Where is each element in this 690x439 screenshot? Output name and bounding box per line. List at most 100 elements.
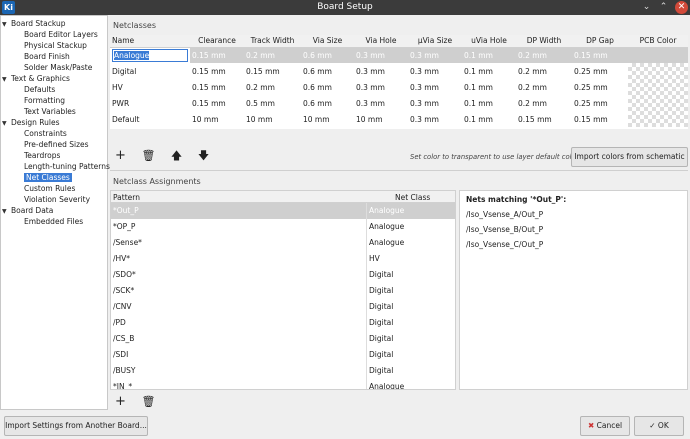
column-header[interactable]: Clearance — [190, 35, 244, 48]
netclass-name-editor[interactable]: Analogue — [110, 47, 190, 63]
grid-cell[interactable]: 0.15 mm — [190, 63, 244, 79]
move-down-arrow-icon[interactable]: 🡇 — [196, 148, 211, 163]
grid-cell[interactable]: 0.15 mm — [190, 79, 244, 95]
grid-cell[interactable]: 10 mm — [354, 111, 408, 127]
pcb-color-swatch[interactable] — [628, 63, 688, 79]
tree-item-text-graphics[interactable]: ▼ Text & Graphics — [2, 73, 70, 84]
pattern-cell[interactable]: /PD — [113, 315, 363, 331]
grid-cell[interactable]: 0.6 mm — [301, 95, 354, 111]
grid-cell[interactable]: 0.1 mm — [462, 111, 516, 127]
add-assignment-plus-icon[interactable]: + — [113, 394, 128, 409]
tree-item-physical-stackup[interactable]: Physical Stackup — [24, 40, 87, 51]
grid-cell[interactable]: 0.1 mm — [462, 79, 516, 95]
column-header[interactable]: uVia Hole — [462, 35, 516, 48]
netclass-cell[interactable]: Digital — [366, 283, 455, 299]
grid-cell[interactable]: 0.2 mm — [516, 47, 572, 63]
tree-item-predefined-sizes[interactable]: Pre-defined Sizes — [24, 139, 89, 150]
tree-item-board-editor-layers[interactable]: Board Editor Layers — [24, 29, 98, 40]
tree-item-formatting[interactable]: Formatting — [24, 95, 65, 106]
pcb-color-swatch[interactable] — [628, 47, 688, 63]
grid-cell[interactable]: 0.3 mm — [408, 79, 462, 95]
grid-cell[interactable]: 0.3 mm — [354, 63, 408, 79]
assignment-row[interactable]: *IN_* Analogue — [111, 379, 455, 389]
netclass-cell[interactable]: Analogue — [366, 203, 455, 219]
assignment-row[interactable]: /SDI Digital — [111, 347, 455, 363]
grid-cell[interactable]: 0.3 mm — [354, 79, 408, 95]
grid-cell[interactable]: PWR — [110, 95, 190, 111]
pattern-cell[interactable]: /HV* — [113, 251, 363, 267]
netclass-cell[interactable]: Analogue — [366, 235, 455, 251]
pattern-cell[interactable]: /SCK* — [113, 283, 363, 299]
grid-cell[interactable]: 0.3 mm — [408, 63, 462, 79]
netclass-cell[interactable]: Analogue — [366, 379, 455, 389]
pattern-cell[interactable]: *OP_P — [113, 219, 363, 235]
column-header[interactable]: PCB Color — [628, 35, 688, 48]
assignment-row[interactable]: /CS_B Digital — [111, 331, 455, 347]
column-header[interactable]: Net Class — [395, 193, 430, 202]
grid-cell[interactable]: 0.6 mm — [301, 63, 354, 79]
tree-item-embedded-files[interactable]: Embedded Files — [24, 216, 83, 227]
grid-cell[interactable]: 0.15 mm — [244, 63, 301, 79]
grid-cell[interactable]: 10 mm — [301, 111, 354, 127]
column-header[interactable]: Via Size — [301, 35, 354, 48]
pcb-color-swatch[interactable] — [628, 79, 688, 95]
grid-cell[interactable]: Default — [110, 111, 190, 127]
column-header[interactable]: DP Width — [516, 35, 572, 48]
minimize-icon[interactable]: ⌄ — [640, 1, 653, 14]
expand-arrow-icon[interactable]: ▼ — [2, 118, 11, 129]
grid-cell[interactable]: 10 mm — [244, 111, 301, 127]
netclass-cell[interactable]: Digital — [366, 363, 455, 379]
column-header[interactable]: Via Hole — [354, 35, 408, 48]
assignment-row[interactable]: /SCK* Digital — [111, 283, 455, 299]
pattern-cell[interactable]: /Sense* — [113, 235, 363, 251]
grid-cell[interactable]: 0.2 mm — [244, 79, 301, 95]
assignment-row[interactable]: *OP_P Analogue — [111, 219, 455, 235]
column-header[interactable]: DP Gap — [572, 35, 628, 48]
import-colors-button[interactable]: Import colors from schematic — [571, 147, 688, 167]
tree-item-text-variables[interactable]: Text Variables — [24, 106, 76, 117]
tree-item-custom-rules[interactable]: Custom Rules — [24, 183, 75, 194]
grid-cell[interactable]: 0.1 mm — [462, 95, 516, 111]
pattern-cell[interactable]: *Out_P — [111, 203, 366, 219]
assignment-row[interactable]: /SDO* Digital — [111, 267, 455, 283]
grid-cell[interactable]: 10 mm — [190, 111, 244, 127]
netclass-row[interactable]: Default 10 mm 10 mm 10 mm 10 mm 0.3 mm 0… — [110, 111, 688, 127]
grid-cell[interactable]: 0.15 mm — [516, 111, 572, 127]
grid-cell[interactable]: 0.25 mm — [572, 63, 628, 79]
delete-assignment-trash-icon[interactable]: 🗑 — [141, 394, 156, 409]
grid-cell[interactable]: HV — [110, 79, 190, 95]
grid-cell[interactable]: 0.2 mm — [516, 95, 572, 111]
maximize-icon[interactable]: ⌃ — [657, 1, 670, 14]
tree-item-board-finish[interactable]: Board Finish — [24, 51, 70, 62]
grid-cell[interactable]: 0.15 mm — [572, 47, 628, 63]
assignment-row[interactable]: *Out_P Analogue — [111, 203, 455, 219]
netclass-cell[interactable]: HV — [366, 251, 455, 267]
tree-item-defaults[interactable]: Defaults — [24, 84, 55, 95]
tree-item-design-rules[interactable]: ▼ Design Rules — [2, 117, 60, 128]
grid-cell[interactable]: 0.15 mm — [190, 95, 244, 111]
column-header[interactable]: Track Width — [244, 35, 301, 48]
tree-item-board-stackup[interactable]: ▼ Board Stackup — [2, 18, 65, 29]
column-header[interactable]: µVia Size — [408, 35, 462, 48]
grid-cell[interactable]: 0.3 mm — [408, 111, 462, 127]
tree-item-net-classes[interactable]: Net Classes — [24, 172, 72, 183]
ok-button[interactable]: ✓ OK — [634, 416, 684, 436]
netclass-row[interactable]: Digital 0.15 mm 0.15 mm 0.6 mm 0.3 mm 0.… — [110, 63, 688, 79]
add-netclass-plus-icon[interactable]: + — [113, 148, 128, 163]
grid-cell[interactable]: 0.2 mm — [244, 47, 301, 63]
pattern-cell[interactable]: /SDO* — [113, 267, 363, 283]
pattern-cell[interactable]: /CS_B — [113, 331, 363, 347]
grid-cell[interactable]: 0.2 mm — [516, 63, 572, 79]
grid-cell[interactable]: 0.3 mm — [354, 47, 408, 63]
grid-cell[interactable]: 0.15 mm — [190, 47, 244, 63]
grid-cell[interactable]: 0.2 mm — [516, 79, 572, 95]
pattern-cell[interactable]: /SDI — [113, 347, 363, 363]
netclass-cell[interactable]: Digital — [366, 299, 455, 315]
assignment-row[interactable]: /CNV Digital — [111, 299, 455, 315]
grid-cell[interactable]: 0.6 mm — [301, 47, 354, 63]
tree-item-length-tuning-patterns[interactable]: Length-tuning Patterns — [24, 161, 110, 172]
assignment-row[interactable]: /PD Digital — [111, 315, 455, 331]
expand-arrow-icon[interactable]: ▼ — [2, 74, 11, 85]
grid-cell[interactable]: 0.1 mm — [462, 47, 516, 63]
netclass-cell[interactable]: Digital — [366, 267, 455, 283]
